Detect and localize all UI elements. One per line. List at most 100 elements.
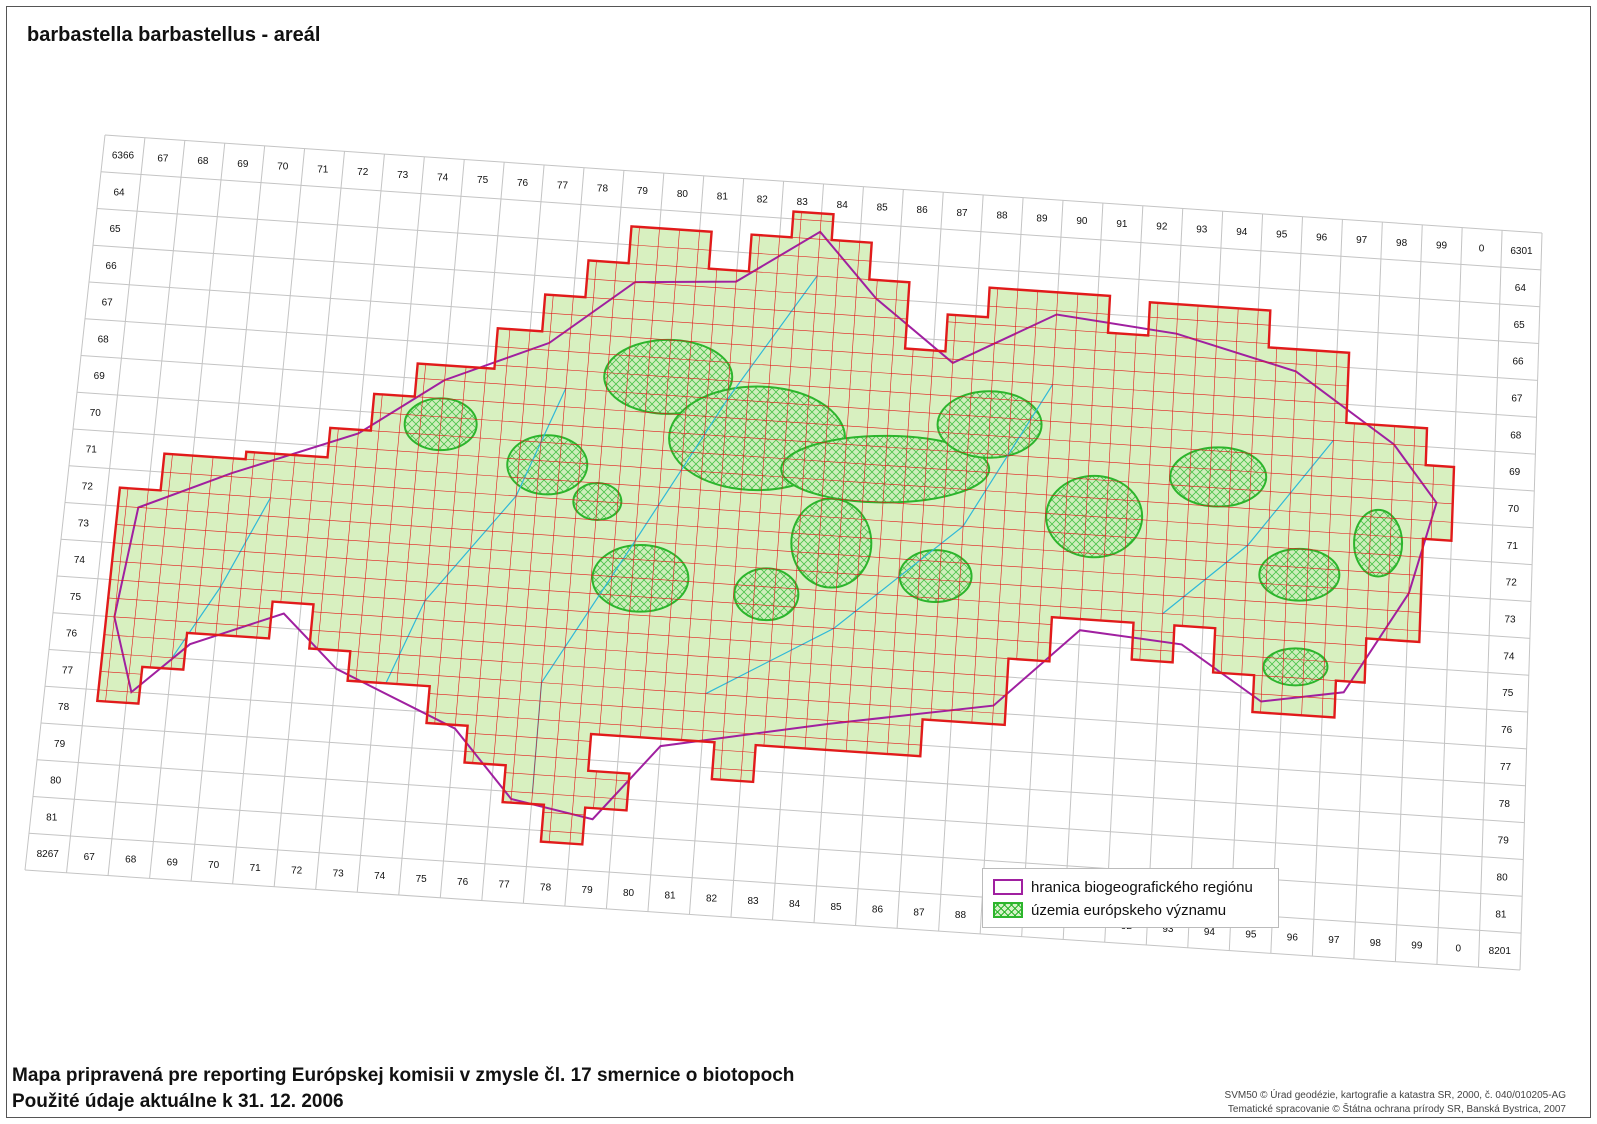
grid-label: 80 [623, 888, 635, 899]
grid-label: 8267 [37, 849, 60, 860]
grid-label: 81 [664, 891, 676, 902]
grid-label: 64 [1515, 283, 1527, 294]
grid-label: 0 [1479, 243, 1485, 254]
grid-label: 75 [477, 175, 489, 186]
credit-line-2: Tematické spracovanie © Štátna ochrana p… [1227, 1104, 1566, 1115]
grid-label: 74 [437, 173, 449, 184]
grid-label: 88 [996, 211, 1008, 222]
grid-label: 97 [1328, 935, 1340, 946]
grid-label: 98 [1396, 238, 1408, 249]
grid-label: 73 [333, 868, 345, 879]
grid-label: 79 [54, 739, 66, 750]
legend-item-sites: územia európskeho významu [993, 900, 1226, 920]
grid-label: 8201 [1489, 946, 1512, 957]
grid-label: 71 [1507, 541, 1519, 552]
grid-label: 76 [457, 877, 469, 888]
grid-label: 64 [113, 187, 125, 198]
grid-label: 77 [1500, 762, 1512, 773]
grid-label: 67 [84, 852, 96, 863]
grid-label: 99 [1436, 241, 1448, 252]
grid-label: 84 [837, 200, 849, 211]
grid-label: 6366 [112, 151, 135, 162]
grid-label: 81 [1495, 909, 1507, 920]
grid-label: 69 [1509, 467, 1521, 478]
grid-label: 84 [789, 899, 801, 910]
grid-label: 68 [1510, 430, 1522, 441]
grid-label: 70 [277, 162, 289, 173]
grid-label: 99 [1411, 941, 1423, 952]
grid-label: 67 [157, 153, 169, 164]
grid-label: 81 [46, 812, 58, 823]
grid-label: 73 [1505, 615, 1517, 626]
grid-label: 82 [706, 893, 718, 904]
grid-label: 78 [1499, 799, 1511, 810]
map-canvas: 6366 67 68 69 70 71 72 73 74 75 76 77 78 79 80 81 82 83 84… [0, 0, 1597, 1124]
grid-label: 87 [957, 208, 969, 219]
legend-label: hranica biogeografického regiónu [1031, 878, 1253, 896]
legend: hranica biogeografického regiónu územia … [982, 868, 1279, 928]
grid-label: 92 [1156, 222, 1168, 233]
country-area [95, 210, 1456, 846]
grid-label: 75 [1502, 688, 1514, 699]
grid-label: 88 [955, 910, 967, 921]
grid-label: 78 [540, 882, 552, 893]
protected-site [1262, 647, 1329, 687]
footer-line-2: Použité údaje aktuálne k 31. 12. 2006 [12, 1091, 344, 1112]
grid-label: 0 [1456, 943, 1462, 954]
country-fill [97, 211, 1454, 845]
grid-label: 93 [1196, 224, 1208, 235]
grid-label: 72 [1506, 578, 1518, 589]
grid-label: 85 [877, 202, 889, 213]
grid-label: 78 [58, 702, 70, 713]
protected-site [898, 549, 973, 603]
grid-label: 83 [797, 197, 809, 208]
credit-line-1: SVM50 © Úrad geodézie, kartografie a kat… [1224, 1090, 1566, 1101]
protected-site [733, 567, 800, 622]
grid-label: 76 [66, 629, 78, 640]
purple-outline-swatch-icon [993, 879, 1023, 895]
legend-label: územia európskeho významu [1031, 901, 1227, 919]
grid-label: 68 [197, 156, 209, 167]
grid-label: 96 [1287, 932, 1299, 943]
grid-label: 67 [1511, 393, 1523, 404]
grid-label: 77 [62, 665, 74, 676]
grid-label: 86 [872, 905, 884, 916]
grid-label: 72 [357, 167, 369, 178]
grid-label: 87 [913, 907, 925, 918]
grid-label: 79 [1498, 836, 1510, 847]
green-hatched-swatch-icon [993, 902, 1023, 918]
grid-label: 81 [717, 192, 729, 203]
grid-label: 80 [677, 189, 689, 200]
grid-label: 71 [317, 164, 329, 175]
grid-label: 66 [106, 261, 118, 272]
grid-label: 82 [757, 194, 769, 205]
protected-site [1353, 508, 1404, 578]
grid-label: 72 [82, 481, 94, 492]
grid-label: 73 [397, 170, 409, 181]
grid-label: 74 [1503, 651, 1515, 662]
grid-label: 70 [1508, 504, 1520, 515]
grid-label: 95 [1245, 930, 1257, 941]
protected-site [506, 434, 589, 496]
grid-label: 68 [125, 855, 137, 866]
grid-label: 70 [208, 860, 220, 871]
grid-label: 69 [237, 159, 249, 170]
grid-line [36, 759, 1524, 860]
grid-label: 78 [597, 183, 609, 194]
grid-label: 95 [1276, 230, 1288, 241]
grid-label: 76 [517, 178, 529, 189]
grid-label: 75 [70, 592, 82, 603]
grid-label: 75 [416, 874, 428, 885]
grid-line [32, 796, 1523, 897]
map-svg: 6366 67 68 69 70 71 72 73 74 75 76 77 78 79 80 81 82 83 84… [24, 134, 1543, 971]
grid-label: 94 [1204, 927, 1216, 938]
grid-label: 77 [499, 880, 511, 891]
grid-label: 74 [374, 871, 386, 882]
grid-label: 73 [78, 518, 90, 529]
grid-label: 68 [98, 334, 110, 345]
grid-label: 70 [90, 408, 102, 419]
grid-label: 76 [1501, 725, 1513, 736]
grid-label: 66 [1512, 357, 1524, 368]
grid-label: 97 [1356, 235, 1368, 246]
grid-line [24, 869, 1521, 971]
